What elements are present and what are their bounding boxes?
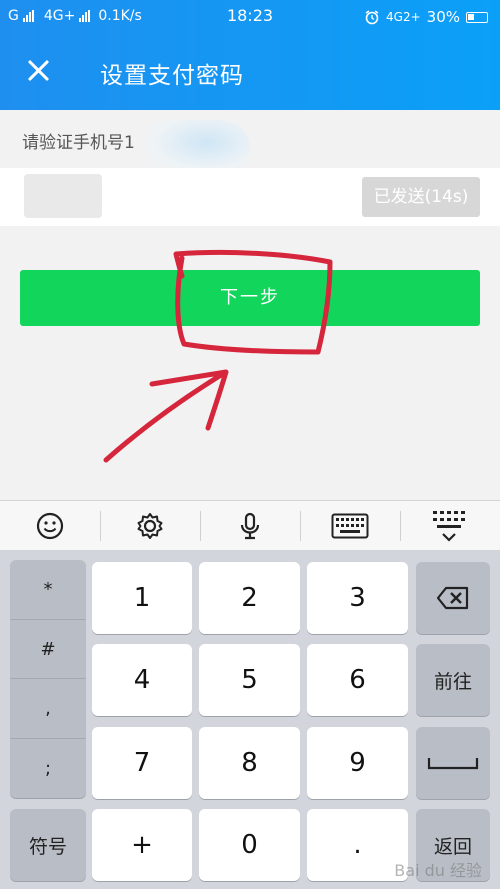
redacted-code [24, 174, 102, 218]
close-icon[interactable] [24, 56, 52, 84]
next-step-button[interactable]: 下一步 [20, 270, 480, 326]
key-7[interactable]: 7 [92, 727, 192, 799]
go-button[interactable]: 前往 [416, 644, 490, 716]
symbol-column: * # , ; [10, 560, 86, 798]
emoji-button[interactable] [0, 501, 100, 550]
symbols-button[interactable]: 符号 [10, 809, 86, 881]
resend-code-button[interactable]: 已发送(14s) [362, 177, 480, 217]
key-hash[interactable]: # [10, 619, 86, 678]
key-0[interactable]: 0 [199, 809, 300, 881]
alarm-icon [365, 10, 379, 25]
key-1[interactable]: 1 [92, 562, 192, 634]
keyboard-switch-button[interactable] [300, 501, 400, 550]
keyboard-toolbar [0, 500, 500, 550]
microphone-icon [240, 512, 260, 539]
key-semicolon[interactable]: ; [10, 738, 86, 797]
key-comma[interactable]: , [10, 678, 86, 737]
key-3[interactable]: 3 [307, 562, 408, 634]
settings-button[interactable] [100, 501, 200, 550]
space-icon [427, 758, 479, 770]
key-2[interactable]: 2 [199, 562, 300, 634]
verify-phone-label: 请验证手机号1 [22, 133, 135, 153]
space-button[interactable] [416, 727, 490, 799]
watermark: Bai du 经验 [394, 861, 482, 880]
network-right-label: 4G2+ [386, 10, 421, 24]
annotation-arrow [103, 369, 229, 463]
hide-keyboard-icon [433, 510, 465, 542]
top-bar: G 4G+ 0.1K/s 18:23 4G2+ 30% 设置支付密码 [0, 0, 500, 110]
key-8[interactable]: 8 [199, 727, 300, 799]
emoji-icon [36, 512, 64, 539]
key-asterisk[interactable]: * [10, 560, 86, 619]
status-bar: G 4G+ 0.1K/s 18:23 4G2+ 30% [0, 0, 500, 34]
hide-keyboard-button[interactable] [400, 501, 500, 550]
settings-icon [137, 512, 163, 539]
voice-button[interactable] [200, 501, 300, 550]
key-9[interactable]: 9 [307, 727, 408, 799]
numeric-keyboard: * # , ; 1 2 3 4 5 6 前往 7 8 9 符号 + 0 . 返回… [0, 550, 500, 889]
page-title: 设置支付密码 [100, 63, 244, 89]
keyboard-icon [331, 513, 369, 538]
code-input-row[interactable]: 已发送(14s) [0, 168, 500, 226]
key-dot[interactable]: . [307, 809, 408, 881]
battery-label: 30% [426, 8, 460, 26]
key-5[interactable]: 5 [199, 644, 300, 716]
key-4[interactable]: 4 [92, 644, 192, 716]
battery-icon [466, 11, 488, 23]
header: 设置支付密码 [0, 34, 500, 110]
backspace-button[interactable] [416, 562, 490, 634]
key-6[interactable]: 6 [307, 644, 408, 716]
key-plus[interactable]: + [92, 809, 192, 881]
backspace-icon [436, 586, 469, 610]
